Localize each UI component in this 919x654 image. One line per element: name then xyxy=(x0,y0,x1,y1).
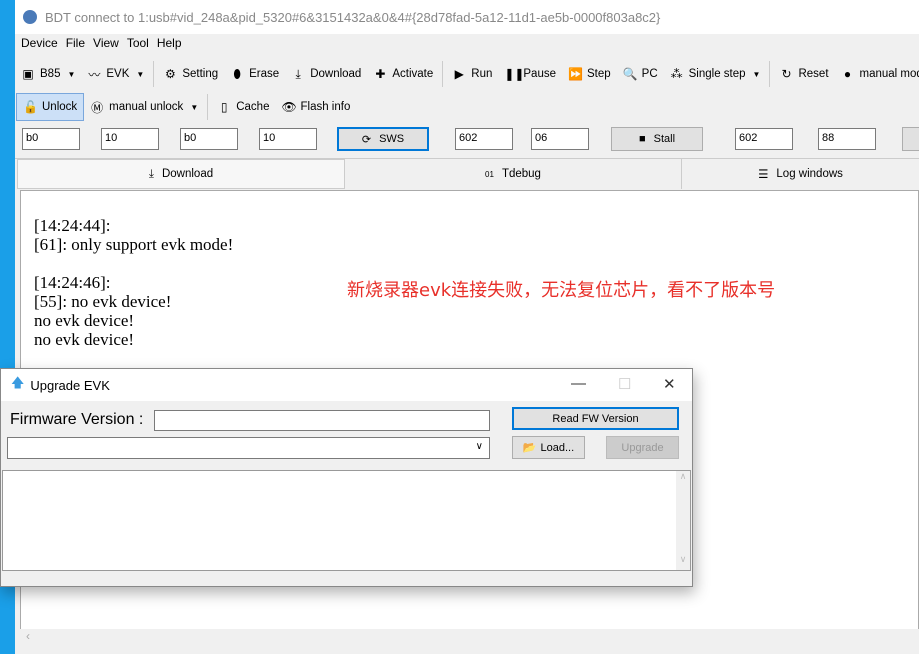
stall-button[interactable]: ■ Stall xyxy=(611,127,703,151)
field-6[interactable]: 06 xyxy=(531,128,589,150)
tab-log-windows[interactable]: ☰ Log windows xyxy=(682,159,919,189)
horizontal-scrollbar[interactable]: ‹ xyxy=(20,629,919,646)
unlock-button[interactable]: 🔓 Unlock xyxy=(16,93,85,121)
chip-icon: ▣ xyxy=(22,67,34,81)
activate-button[interactable]: ✚ Activate xyxy=(367,60,439,88)
gear-icon: ⚙ xyxy=(164,67,176,81)
eraser-icon: ⬮ xyxy=(233,66,241,81)
step-button[interactable]: ⏩ Step xyxy=(562,60,617,88)
plus-icon: ✚ xyxy=(375,67,386,81)
menu-device[interactable]: Device xyxy=(21,36,58,54)
unlock-icon: 🔓 xyxy=(23,100,38,114)
step-icon: ⏩ xyxy=(567,67,583,81)
cache-button[interactable]: ▯ Cache xyxy=(211,93,275,121)
menu-tool[interactable]: Tool xyxy=(127,36,149,54)
reset-icon: ↻ xyxy=(781,67,792,81)
mail-icon: Ⓜ xyxy=(91,100,104,115)
pc-button[interactable]: 🔍 PC xyxy=(617,60,664,88)
upload-arrow-icon: 🡅 xyxy=(11,375,25,390)
menu-file[interactable]: File xyxy=(66,36,85,54)
evk-select[interactable]: 〰 EVK ▼ xyxy=(81,60,150,88)
field-1[interactable]: b0 xyxy=(22,128,80,150)
maximize-button[interactable]: ☐ xyxy=(618,375,631,393)
manual-unlock-button[interactable]: Ⓜmanual unlock ▼ xyxy=(84,93,204,121)
flash-info-button[interactable]: 👁 Flash info xyxy=(275,93,356,121)
tab-download[interactable]: ⤓ Download xyxy=(17,159,345,189)
menu-view[interactable]: View xyxy=(93,36,119,54)
single-step-button[interactable]: ⁂ Single step ▼ xyxy=(664,60,767,88)
extra-button[interactable] xyxy=(902,127,919,151)
file-select[interactable]: ∨ xyxy=(7,437,490,459)
toolbar-main: ▣ B85 ▼ 〰 EVK ▼ ⚙ Setting ⬮ Erase ⤓ Download ✚ A… xyxy=(15,60,919,88)
dialog-title-bar: 🡅 Upgrade EVK — ☐ ✕ xyxy=(1,369,692,401)
title-bar: BDT connect to 1:usb#vid_248a&pid_5320#6… xyxy=(15,0,919,34)
scroll-down-icon: ∨ xyxy=(679,554,687,564)
field-8[interactable]: 88 xyxy=(818,128,876,150)
firmware-version-field[interactable] xyxy=(154,410,490,431)
app-icon xyxy=(23,10,37,24)
list-icon: ☰ xyxy=(758,169,769,181)
tab-tdebug[interactable]: 01 Tdebug xyxy=(345,159,682,189)
scroll-up-icon: ∧ xyxy=(679,471,687,481)
sd-card-icon: ▯ xyxy=(220,100,228,114)
field-5[interactable]: 602 xyxy=(455,128,513,150)
window-title: BDT connect to 1:usb#vid_248a&pid_5320#6… xyxy=(45,9,661,25)
menu-help[interactable]: Help xyxy=(157,36,182,54)
chevron-down-icon: ∨ xyxy=(475,441,483,452)
toolbar-secondary: 🔓 Unlock Ⓜmanual unlock ▼ ▯ Cache 👁 Flash in… xyxy=(16,92,356,122)
annotation-text: 新烧录器evk连接失败，无法复位芯片，看不了版本号 xyxy=(347,280,776,301)
reset-button[interactable]: ↻ Reset xyxy=(773,60,834,88)
upgrade-evk-dialog: 🡅 Upgrade EVK — ☐ ✕ Firmware Version : Re… xyxy=(0,368,693,587)
search-icon: 🔍 xyxy=(622,67,638,81)
stop-icon: ■ xyxy=(638,133,646,145)
download-icon: ⤓ xyxy=(295,66,301,81)
dialog-output[interactable]: ∧ ∨ xyxy=(2,470,691,571)
eye-icon: 👁 xyxy=(281,100,297,114)
setting-button[interactable]: ⚙ Setting xyxy=(157,60,224,88)
vertical-scrollbar[interactable]: ∧ ∨ xyxy=(676,471,690,570)
field-4[interactable]: 10 xyxy=(259,128,317,150)
load-button[interactable]: 📂 Load... xyxy=(512,436,585,459)
run-icon: ▶ xyxy=(454,67,464,81)
run-button[interactable]: ▶ Run xyxy=(446,60,498,88)
binary-search-icon: 01 xyxy=(485,169,494,179)
pause-icon: ❚❚ xyxy=(504,67,525,81)
manual-mode-button[interactable]: ●manual mode xyxy=(835,60,919,88)
read-fw-version-button[interactable]: Read FW Version xyxy=(512,407,679,430)
refresh-icon: ⟳ xyxy=(361,133,372,146)
scroll-left-icon: ‹ xyxy=(26,629,30,643)
field-7[interactable]: 602 xyxy=(735,128,793,150)
manual-mode-icon: ● xyxy=(843,67,852,81)
menu-bar: Device File View Tool Help xyxy=(15,36,182,54)
chip-select[interactable]: ▣ B85 ▼ xyxy=(15,60,81,88)
footsteps-icon: ⁂ xyxy=(670,67,683,81)
pause-button[interactable]: ❚❚ Pause xyxy=(498,60,562,88)
download-button[interactable]: ⤓ Download xyxy=(285,60,367,88)
field-3[interactable]: b0 xyxy=(180,128,238,150)
tab-bar: ⤓ Download 01 Tdebug ☰ Log windows xyxy=(15,158,919,189)
upgrade-button[interactable]: Upgrade xyxy=(606,436,679,459)
field-2[interactable]: 10 xyxy=(101,128,159,150)
firmware-version-label: Firmware Version : xyxy=(10,411,144,428)
waveform-icon: 〰 xyxy=(88,67,101,82)
open-folder-icon: 📂 xyxy=(522,442,537,454)
minimize-button[interactable]: — xyxy=(571,375,586,392)
close-button[interactable]: ✕ xyxy=(663,375,676,393)
erase-button[interactable]: ⬮ Erase xyxy=(224,60,285,88)
dialog-title: Upgrade EVK xyxy=(30,377,110,393)
download-icon: ⤓ xyxy=(148,167,154,180)
sws-button[interactable]: ⟳ SWS xyxy=(337,127,429,151)
